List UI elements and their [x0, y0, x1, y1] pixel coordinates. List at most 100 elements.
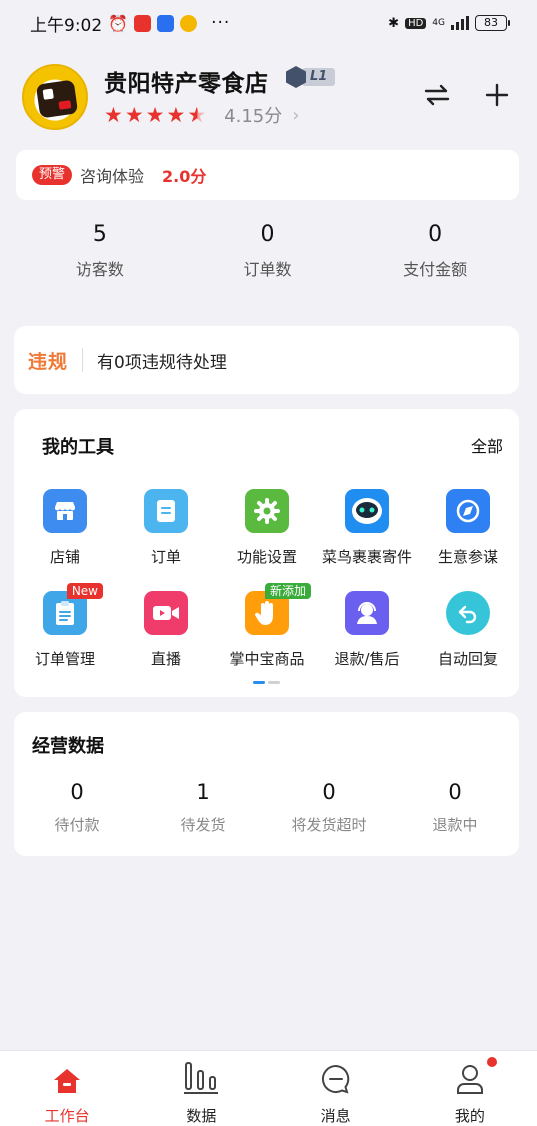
tab-label: 数据 — [186, 1107, 217, 1125]
warning-tag: 预警 — [32, 165, 73, 185]
app-notification-icon — [157, 14, 175, 32]
stat-value: 0 — [428, 222, 443, 247]
network-label: 4G — [432, 18, 445, 28]
gear-icon — [245, 489, 289, 533]
battery-icon: 83 — [475, 15, 510, 31]
tool-label: 订单 — [150, 548, 181, 566]
biz-label: 退款中 — [432, 816, 478, 834]
star-icon: ★ — [166, 103, 186, 127]
shop-logo[interactable] — [22, 64, 88, 130]
stat-payment[interactable]: 0 支付金额 — [351, 216, 519, 296]
biz-value: 0 — [322, 780, 336, 804]
biz-label: 待发货 — [180, 816, 226, 834]
tool-label: 生意参谋 — [437, 548, 498, 566]
biz-value: 0 — [448, 780, 462, 804]
robot-icon — [345, 489, 389, 533]
biz-pending-shipment[interactable]: 1 待发货 — [140, 774, 266, 835]
plus-icon — [485, 83, 509, 107]
tool-store[interactable]: 店铺 — [15, 489, 115, 567]
violation-card[interactable]: 违规 有0项违规待处理 — [14, 326, 519, 394]
tab-mine[interactable]: 我的 — [403, 1051, 537, 1126]
business-title: 经营数据 — [32, 736, 104, 757]
status-notification-icons: ⏰ ··· — [108, 13, 230, 33]
compass-icon — [446, 489, 490, 533]
biz-value: 0 — [70, 780, 84, 804]
divider — [82, 348, 84, 372]
chat-icon — [269, 1061, 403, 1095]
tool-label: 掌中宝商品 — [229, 650, 305, 668]
weibo-icon — [180, 14, 198, 32]
business-data-card: 经营数据 0 待付款 1 待发货 0 将发货超时 0 退款中 — [14, 712, 519, 856]
status-time: 上午9:02 — [30, 15, 103, 36]
tool-order-management[interactable]: New 订单管理 — [15, 583, 115, 669]
tool-cainiao[interactable]: 菜鸟裹裹寄件 — [317, 489, 417, 567]
violation-title: 违规 — [28, 350, 69, 373]
rating-score: 4.15分 — [224, 106, 283, 127]
tab-label: 我的 — [454, 1107, 485, 1125]
order-icon — [144, 489, 188, 533]
stat-value: 5 — [92, 222, 107, 247]
bluetooth-icon: ✱ — [388, 15, 400, 31]
stat-visitors[interactable]: 5 访客数 — [16, 216, 184, 296]
tool-live[interactable]: 直播 — [116, 591, 216, 669]
biz-shipping-overdue[interactable]: 0 将发货超时 — [266, 774, 392, 835]
tab-workbench[interactable]: 工作台 — [0, 1051, 134, 1126]
user-icon — [403, 1061, 537, 1095]
notification-dot — [487, 1057, 497, 1067]
status-right: ✱ HD 4G 83 — [388, 15, 510, 31]
bar-chart-icon — [134, 1061, 268, 1095]
hd-icon: HD — [405, 17, 427, 29]
tool-settings[interactable]: 功能设置 — [217, 489, 317, 567]
my-tools-card: 我的工具 全部 店铺 订单 功能设置 菜鸟裹裹寄件 生意参谋 New 订单管理 … — [14, 409, 519, 697]
star-icon: ★ — [124, 103, 144, 127]
shop-name[interactable]: 贵阳特产零食店 — [104, 64, 269, 98]
tool-refund-aftersale[interactable]: 退款/售后 — [317, 591, 417, 669]
tool-label: 菜鸟裹裹寄件 — [321, 548, 412, 566]
star-icon: ★ — [145, 103, 165, 127]
app-notification-icon — [134, 14, 152, 32]
tool-business-advisor[interactable]: 生意参谋 — [418, 489, 518, 567]
store-icon — [43, 489, 87, 533]
stat-orders[interactable]: 0 订单数 — [184, 216, 352, 296]
biz-refunding[interactable]: 0 退款中 — [392, 774, 518, 835]
stat-label: 支付金额 — [403, 260, 468, 279]
video-icon — [144, 591, 188, 635]
warning-score: 2.0分 — [162, 167, 207, 186]
biz-label: 待付款 — [54, 816, 100, 834]
shop-header: 贵阳特产零食店 L1 ★ ★ ★ ★ ★ 4.15分 › — [22, 60, 517, 135]
tool-label: 退款/售后 — [334, 650, 400, 668]
add-button[interactable] — [480, 78, 514, 112]
tool-label: 直播 — [150, 650, 181, 668]
tab-label: 消息 — [320, 1107, 351, 1125]
new-badge: New — [66, 583, 103, 599]
reply-icon — [446, 591, 490, 635]
tool-label: 订单管理 — [34, 650, 95, 668]
page-dot — [268, 681, 280, 684]
swap-icon — [424, 84, 450, 106]
violation-text: 有0项违规待处理 — [97, 352, 227, 373]
stat-label: 订单数 — [243, 260, 292, 279]
tab-messages[interactable]: 消息 — [269, 1051, 403, 1126]
stat-label: 访客数 — [75, 260, 124, 279]
switch-shop-button[interactable] — [420, 78, 454, 112]
shop-level-badge[interactable]: L1 — [286, 66, 336, 88]
tools-all-link[interactable]: 全部 — [471, 433, 503, 457]
tool-auto-reply[interactable]: 自动回复 — [418, 591, 518, 669]
tool-orders[interactable]: 订单 — [116, 489, 216, 567]
tool-palm-products[interactable]: 新添加 掌中宝商品 — [217, 583, 317, 669]
business-stats-row: 0 待付款 1 待发货 0 将发货超时 0 退款中 — [14, 774, 519, 835]
biz-pending-payment[interactable]: 0 待付款 — [14, 774, 140, 835]
hand-icon: 新添加 — [245, 583, 311, 635]
tool-label: 店铺 — [49, 548, 80, 566]
signal-icon — [451, 16, 469, 30]
level-label: L1 — [302, 68, 336, 86]
tab-data[interactable]: 数据 — [134, 1051, 268, 1126]
tool-label: 自动回复 — [437, 650, 498, 668]
bottom-tab-bar: 工作台 数据 消息 我的 — [0, 1050, 537, 1126]
service-icon — [345, 591, 389, 635]
warning-card[interactable]: 预警 咨询体验 2.0分 — [16, 150, 519, 200]
status-bar: 上午9:02 ⏰ ··· ✱ HD 4G 83 — [0, 0, 537, 46]
shop-rating[interactable]: ★ ★ ★ ★ ★ 4.15分 › — [104, 102, 299, 128]
star-icon: ★ — [104, 103, 123, 127]
half-star-icon: ★ — [187, 103, 207, 127]
